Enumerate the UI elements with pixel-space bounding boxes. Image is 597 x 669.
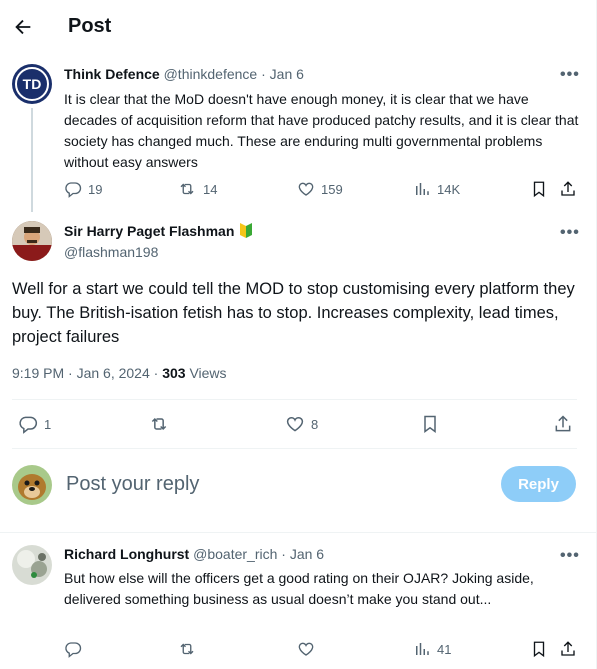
reply-icon: [64, 180, 82, 198]
repost-icon: [148, 414, 170, 434]
bookmark-icon: [420, 414, 440, 434]
reply-icon: [18, 414, 38, 434]
parent-actions: 19 14 159 14K: [64, 180, 579, 200]
page-title: Post: [68, 15, 112, 37]
views-button[interactable]: 41: [413, 640, 451, 658]
beginner-badge-icon: [239, 222, 253, 239]
dot-separator: ·: [281, 546, 286, 562]
bookmark-icon: [530, 640, 548, 658]
divider: [12, 399, 577, 400]
view-count: 41: [437, 641, 452, 657]
reply-button[interactable]: 1: [18, 414, 51, 434]
main-author: Sir Harry Paget Flashman: [64, 222, 253, 239]
heart-icon: [297, 180, 315, 198]
reply-post-text: But how else will the officers get a goo…: [64, 570, 534, 607]
repost-button[interactable]: [177, 640, 197, 658]
user-avatar[interactable]: [12, 465, 52, 505]
like-count: 8: [311, 416, 319, 432]
reply-button[interactable]: 19: [64, 180, 102, 198]
author-name[interactable]: Richard Longhurst: [64, 546, 189, 562]
post-date[interactable]: Jan 6: [270, 66, 304, 82]
repost-button[interactable]: 14: [177, 180, 217, 198]
arrow-left-icon: [12, 16, 34, 38]
reply-count: 1: [44, 416, 52, 432]
share-icon: [559, 180, 577, 198]
post-timestamp: 9:19 PM · Jan 6, 2024 · 303 Views: [12, 365, 227, 381]
author-handle[interactable]: @flashman198: [64, 244, 158, 260]
avatar-longhurst[interactable]: [12, 545, 52, 585]
repost-icon: [177, 180, 197, 198]
analytics-icon: [413, 180, 431, 198]
share-button[interactable]: [559, 180, 577, 198]
author-handle[interactable]: @thinkdefence: [164, 66, 258, 82]
author-name[interactable]: Sir Harry Paget Flashman: [64, 223, 234, 239]
bookmark-icon: [530, 180, 548, 198]
views-label: Views: [185, 365, 227, 381]
avatar-flashman[interactable]: [12, 221, 52, 261]
post-time[interactable]: 9:19 PM · Jan 6, 2024 ·: [12, 365, 162, 381]
reply-input[interactable]: Post your reply: [66, 473, 486, 499]
reply-button[interactable]: Reply: [501, 466, 576, 502]
like-button[interactable]: 8: [285, 414, 318, 434]
share-button[interactable]: [553, 414, 573, 434]
share-button[interactable]: [559, 640, 577, 658]
parent-header: Think Defence @thinkdefence · Jan 6: [64, 66, 304, 82]
like-button[interactable]: 159: [297, 180, 343, 198]
heart-icon: [285, 414, 305, 434]
view-count: 303: [162, 365, 186, 381]
author-handle[interactable]: @boater_rich: [193, 546, 277, 562]
avatar-thinkdefence[interactable]: TD: [12, 64, 52, 104]
repost-button[interactable]: [148, 414, 170, 434]
repost-icon: [177, 640, 197, 658]
like-count: 159: [321, 181, 343, 197]
author-name[interactable]: Think Defence: [64, 66, 160, 82]
reply-icon: [64, 640, 82, 658]
reply-button[interactable]: [64, 640, 82, 658]
share-icon: [553, 414, 573, 434]
thread-line: [31, 108, 33, 212]
bookmark-button[interactable]: [420, 414, 440, 434]
main-actions: 1 8: [18, 414, 578, 436]
repost-count: 14: [203, 181, 218, 197]
views-button[interactable]: 14K: [413, 180, 460, 198]
like-button[interactable]: [297, 640, 315, 658]
avatar-logo-text: TD: [22, 76, 42, 92]
reply-count: 19: [88, 181, 103, 197]
back-button[interactable]: [12, 16, 34, 38]
bookmark-button[interactable]: [530, 180, 548, 198]
more-options-button[interactable]: •••: [560, 66, 580, 84]
share-icon: [559, 640, 577, 658]
dot-separator: ·: [261, 66, 266, 82]
divider: [0, 532, 597, 533]
post-date[interactable]: Jan 6: [290, 546, 324, 562]
more-options-button[interactable]: •••: [560, 224, 580, 242]
bookmark-button[interactable]: [530, 640, 548, 658]
more-options-button[interactable]: •••: [560, 547, 580, 565]
parent-post-text: It is clear that the MoD doesn't have en…: [64, 91, 579, 170]
reply-header: Richard Longhurst @boater_rich · Jan 6: [64, 546, 324, 562]
view-count: 14K: [437, 181, 461, 197]
analytics-icon: [413, 640, 431, 658]
heart-icon: [297, 640, 315, 658]
reply-actions: 41: [64, 640, 579, 660]
main-post-text: Well for a start we could tell the MOD t…: [12, 280, 575, 346]
divider: [12, 448, 577, 449]
